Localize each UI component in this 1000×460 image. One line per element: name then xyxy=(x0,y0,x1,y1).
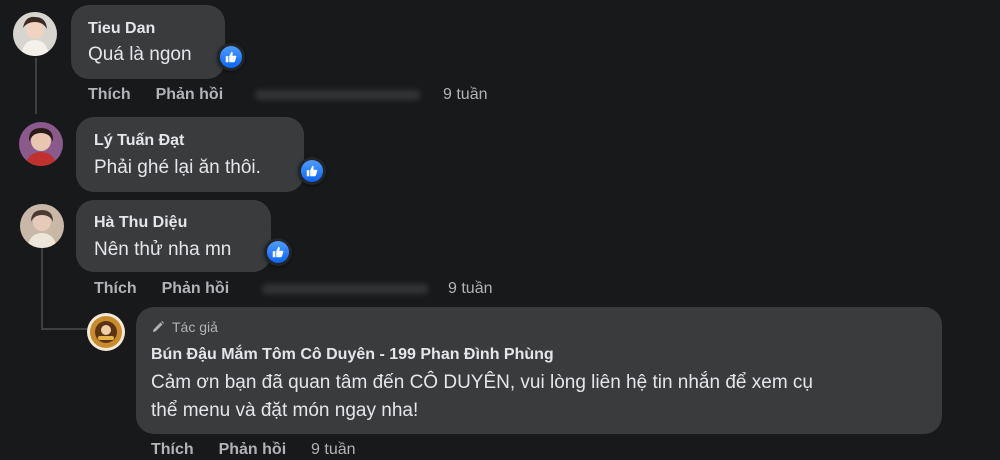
blurred-text xyxy=(255,90,420,100)
reply-link[interactable]: Phản hồi xyxy=(219,441,287,458)
like-reaction-badge[interactable] xyxy=(298,157,326,185)
like-reaction-badge[interactable] xyxy=(217,43,245,71)
comment-timestamp[interactable]: 9 tuần xyxy=(448,280,492,298)
like-thumbs-up-icon xyxy=(306,165,318,177)
thread-line xyxy=(41,248,43,330)
like-thumbs-up-icon xyxy=(272,246,284,258)
thread-line xyxy=(35,58,37,114)
reply-text: Cảm ơn bạn đã quan tâm đến CÔ DUYÊN, vui… xyxy=(151,372,813,393)
like-reaction-badge[interactable] xyxy=(264,238,292,266)
comment-author-name[interactable]: Lý Tuấn Đạt xyxy=(94,132,184,150)
avatar[interactable] xyxy=(13,12,57,56)
comment-actions: Thích Phản hồi xyxy=(94,280,229,298)
comment-actions: Thích Phản hồi xyxy=(88,86,223,104)
comment-bubble xyxy=(76,117,304,192)
blurred-text xyxy=(262,284,428,294)
comment-author-name[interactable]: Hà Thu Diệu xyxy=(94,214,187,232)
comment-author-name[interactable]: Tieu Dan xyxy=(88,20,155,38)
reply-link[interactable]: Phản hồi xyxy=(156,86,224,103)
reply-timestamp[interactable]: 9 tuần xyxy=(311,441,355,458)
like-link[interactable]: Thích xyxy=(151,441,194,458)
reply-link[interactable]: Phản hồi xyxy=(162,280,230,297)
pencil-icon xyxy=(153,321,164,332)
like-link[interactable]: Thích xyxy=(88,86,131,103)
comment-text: Quá là ngon xyxy=(88,44,192,65)
page-author-name[interactable]: Bún Đậu Mắm Tôm Cô Duyên - 199 Phan Đình… xyxy=(151,346,554,364)
author-badge: Tác giả xyxy=(172,319,218,335)
comment-text: Nên thử nha mn xyxy=(94,239,232,260)
like-link[interactable]: Thích xyxy=(94,280,137,297)
comment-bubble xyxy=(76,200,271,272)
comment-bubble xyxy=(71,5,225,79)
thread-line xyxy=(41,328,87,330)
page-avatar[interactable] xyxy=(87,313,125,351)
reply-actions: Thích Phản hồi 9 tuần xyxy=(151,441,356,459)
comment-text: Phải ghé lại ăn thôi. xyxy=(94,157,261,178)
avatar[interactable] xyxy=(20,204,64,248)
comment-timestamp[interactable]: 9 tuần xyxy=(443,86,487,104)
reply-text: thể menu và đặt món ngay nha! xyxy=(151,400,419,421)
like-thumbs-up-icon xyxy=(225,51,237,63)
avatar[interactable] xyxy=(19,122,63,166)
